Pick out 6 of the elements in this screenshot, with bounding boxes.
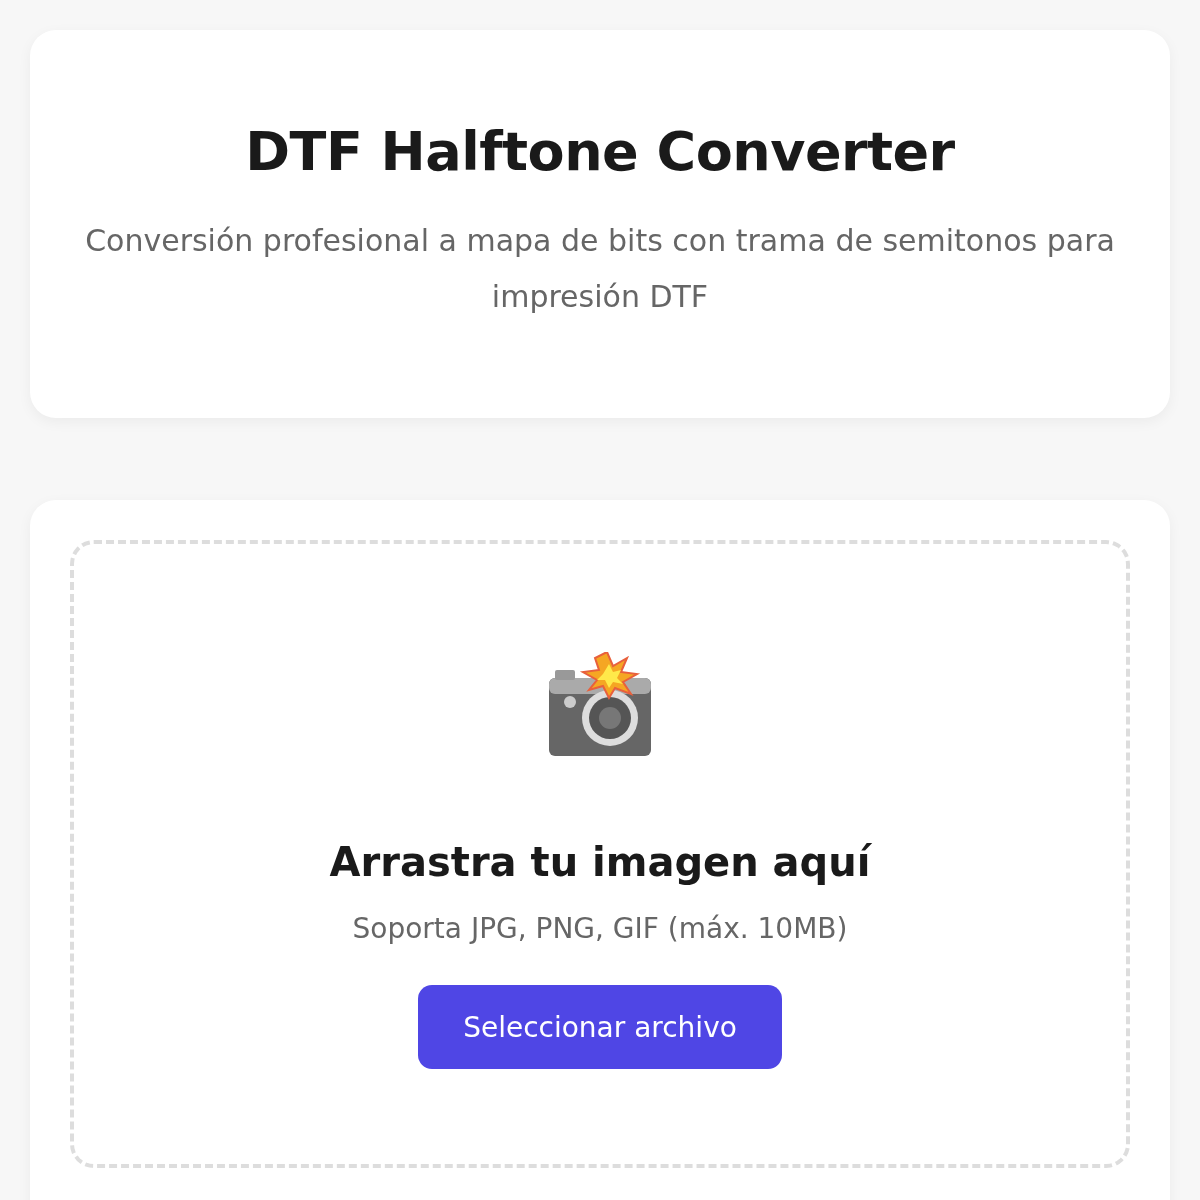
upload-hint: Soporta JPG, PNG, GIF (máx. 10MB)	[352, 912, 848, 945]
upload-heading: Arrastra tu imagen aquí	[329, 838, 871, 886]
drop-zone[interactable]: Arrastra tu imagen aquí Soporta JPG, PNG, GIF (máx. 10MB) Seleccionar archivo	[70, 540, 1130, 1168]
page-title: DTF Halftone Converter	[244, 120, 956, 185]
select-file-button[interactable]: Seleccionar archivo	[418, 985, 782, 1069]
page-subtitle: Conversión profesional a mapa de bits con trama de semitonos para impresión DTF	[84, 221, 1116, 316]
